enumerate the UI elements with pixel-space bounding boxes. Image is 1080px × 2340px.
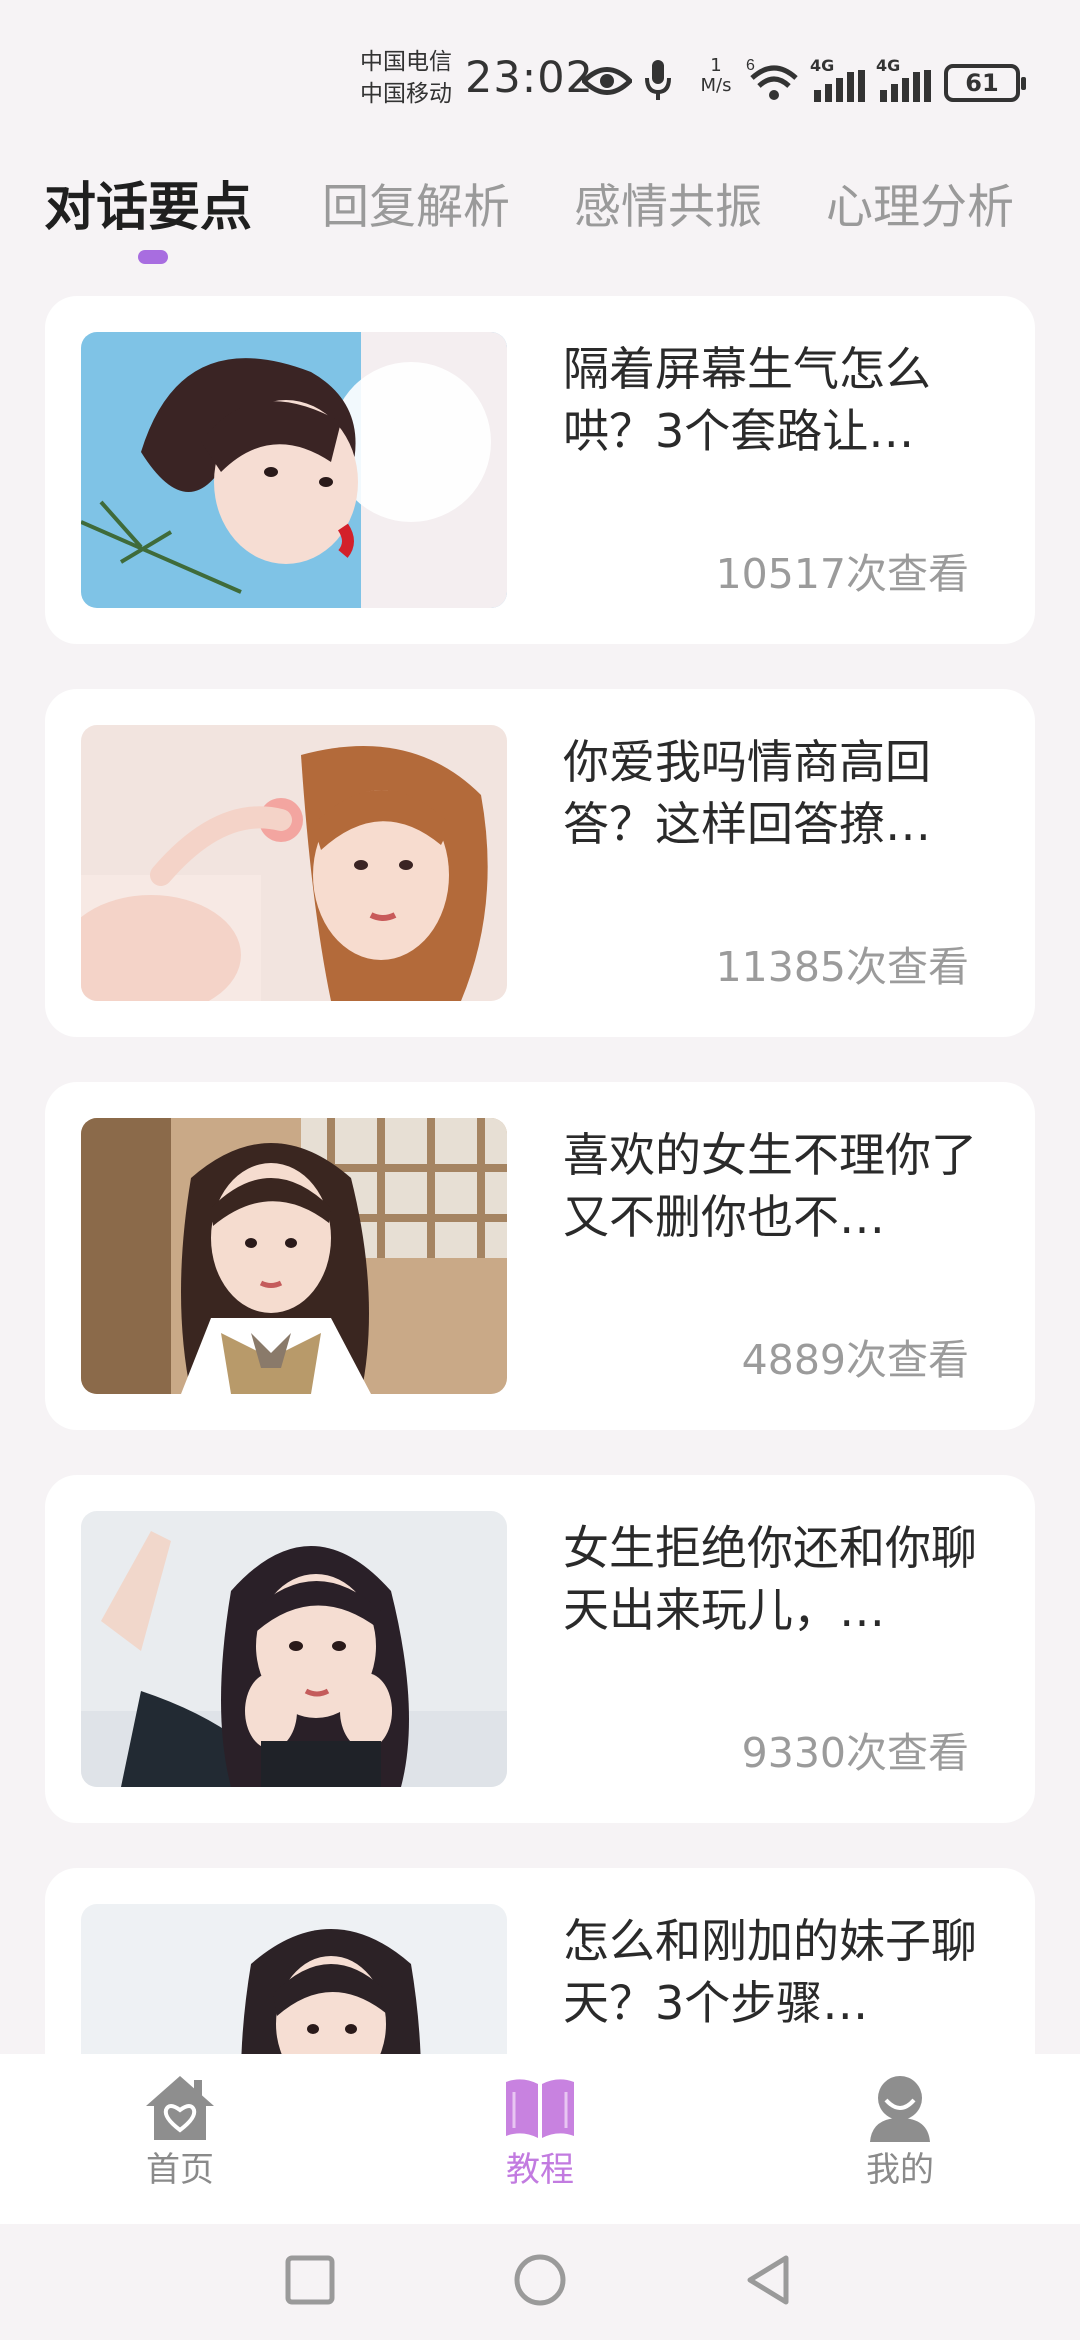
article-title: 女生拒绝你还和你聊天出来玩儿，… xyxy=(563,1521,977,1637)
article-card[interactable]: 女生拒绝你还和你聊天出来玩儿，… 9330次查看 xyxy=(45,1475,1035,1823)
article-thumbnail xyxy=(81,725,507,1001)
microphone-icon xyxy=(645,60,671,100)
eye-icon xyxy=(582,67,632,95)
signal-icon: 4G xyxy=(876,56,934,102)
nav-home-label: 首页 xyxy=(146,2150,214,2190)
recent-apps-button[interactable] xyxy=(284,2252,336,2308)
tab-dialogue-points[interactable]: 对话要点 xyxy=(44,170,252,246)
user-icon xyxy=(870,2076,930,2142)
battery-icon: 61 xyxy=(944,64,1026,102)
status-bar: 中国电信 中国移动 23:02 1 M/s 6 4G 4G 61 xyxy=(0,0,1080,150)
article-thumbnail xyxy=(81,332,507,608)
article-card[interactable]: 怎么和刚加的妹子聊天？3个步骤… xyxy=(45,1868,1035,2054)
wifi-icon: 6 xyxy=(746,57,798,100)
speed-value: 1 xyxy=(710,55,722,76)
home-button[interactable] xyxy=(512,2252,568,2308)
article-list[interactable]: 隔着屏幕生气怎么哄？3个套路让… 10517次查看 你爱我吗情商高回答？这样回答… xyxy=(0,292,1080,2054)
tab-reply-analysis[interactable]: 回复解析 xyxy=(322,170,510,246)
network-speed: 1 M/s xyxy=(694,56,738,96)
bottom-navigation: 首页 教程 我的 xyxy=(0,2054,1080,2224)
status-time: 23:02 xyxy=(465,53,594,103)
article-card[interactable]: 喜欢的女生不理你了又不删你也不… 4889次查看 xyxy=(45,1082,1035,1430)
tab-psychology-analysis[interactable]: 心理分析 xyxy=(826,170,1014,246)
active-tab-indicator xyxy=(138,250,168,264)
view-count: 10517次查看 xyxy=(715,550,969,598)
carrier-1: 中国电信 xyxy=(360,49,452,75)
speed-unit: M/s xyxy=(700,75,732,96)
article-title: 喜欢的女生不理你了又不删你也不… xyxy=(563,1128,977,1244)
article-thumbnail xyxy=(81,1904,507,2054)
back-button[interactable] xyxy=(742,2252,794,2308)
signal-icon: 4G xyxy=(810,56,868,102)
nav-home[interactable]: 首页 xyxy=(80,2072,280,2212)
view-count: 4889次查看 xyxy=(741,1336,969,1384)
article-thumbnail xyxy=(81,1511,507,1787)
article-title: 怎么和刚加的妹子聊天？3个步骤… xyxy=(563,1914,977,2030)
nav-tutorial-label: 教程 xyxy=(506,2150,574,2190)
open-book-icon xyxy=(506,2079,574,2138)
nav-tutorial[interactable]: 教程 xyxy=(440,2072,640,2212)
carrier-names: 中国电信 中国移动 xyxy=(360,46,452,110)
view-count: 11385次查看 xyxy=(715,943,969,991)
category-tabs: 对话要点 回复解析 感情共振 心理分析 xyxy=(0,160,1080,270)
article-title: 隔着屏幕生气怎么哄？3个套路让… xyxy=(563,342,931,458)
nav-profile-label: 我的 xyxy=(866,2150,934,2190)
view-count: 9330次查看 xyxy=(741,1729,969,1777)
nav-profile[interactable]: 我的 xyxy=(800,2072,1000,2212)
article-thumbnail xyxy=(81,1118,507,1394)
carrier-2: 中国移动 xyxy=(360,81,452,107)
article-title: 你爱我吗情商高回答？这样回答撩… xyxy=(563,735,931,851)
home-heart-icon xyxy=(146,2076,214,2140)
tab-emotional-resonance[interactable]: 感情共振 xyxy=(574,170,762,246)
wifi-badge: 6 xyxy=(746,57,755,74)
article-card[interactable]: 你爱我吗情商高回答？这样回答撩… 11385次查看 xyxy=(45,689,1035,1037)
article-card[interactable]: 隔着屏幕生气怎么哄？3个套路让… 10517次查看 xyxy=(45,296,1035,644)
system-navigation-bar xyxy=(0,2224,1080,2340)
